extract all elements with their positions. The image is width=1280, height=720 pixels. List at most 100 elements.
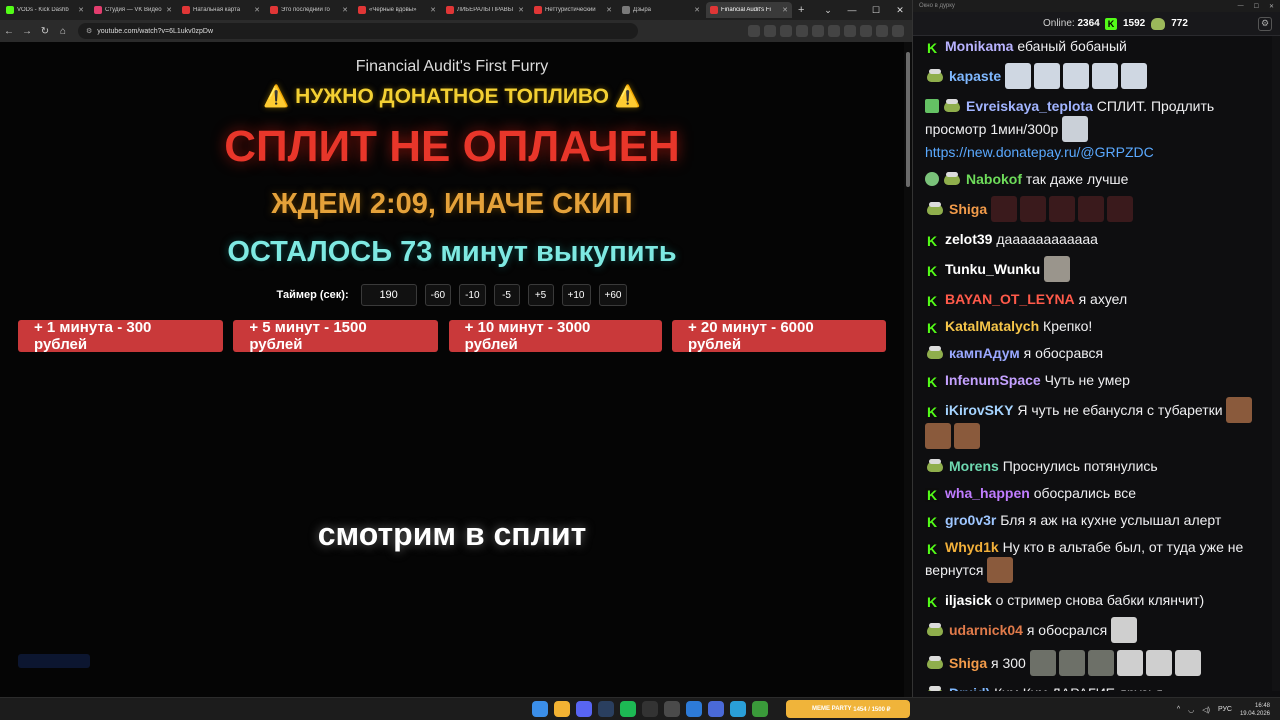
- chat-scrollbar[interactable]: [1272, 36, 1280, 691]
- app-icon[interactable]: [730, 701, 746, 717]
- timer-seconds-input[interactable]: 190: [360, 284, 417, 306]
- chat-message-text: Чуть не умер: [1044, 372, 1130, 388]
- download-icon[interactable]: [860, 25, 872, 37]
- extension-icon[interactable]: [796, 25, 808, 37]
- timer-plus-60-button[interactable]: +60: [598, 284, 628, 306]
- install-icon[interactable]: [764, 25, 776, 37]
- chat-messages: K Monikama ебаный бобаный kapaste Evreisk…: [913, 36, 1273, 691]
- chat-username[interactable]: Shiga: [949, 655, 987, 671]
- chat-username[interactable]: Whyd1k: [945, 539, 999, 555]
- profile-icon[interactable]: [876, 25, 888, 37]
- minimize-button[interactable]: —: [1238, 3, 1244, 10]
- chat-username[interactable]: InfenumSpace: [945, 372, 1041, 388]
- browser-tab[interactable]: Неттуристический ✕: [530, 2, 616, 18]
- tab-close-icon[interactable]: ✕: [78, 6, 84, 14]
- tab-close-icon[interactable]: ✕: [430, 6, 436, 14]
- chat-username[interactable]: wha_happen: [945, 485, 1030, 501]
- kick-badge-icon: K: [925, 233, 939, 249]
- chat-username[interactable]: Monikama: [945, 38, 1013, 54]
- url-input[interactable]: ⚙ youtube.com/watch?v=6L1ukv0zpDw: [78, 23, 638, 39]
- chat-username[interactable]: kapaste: [949, 68, 1001, 84]
- kick-badge-icon: K: [925, 374, 939, 390]
- close-window-button[interactable]: ✕: [1269, 3, 1274, 10]
- donate-10-minutes-button[interactable]: + 10 минут - 3000 рублей: [448, 319, 662, 353]
- extension-icon[interactable]: [844, 25, 856, 37]
- gear-icon[interactable]: ⚙: [1258, 16, 1272, 31]
- clock[interactable]: 16:48 19.04.2026: [1240, 702, 1270, 718]
- close-window-button[interactable]: ✕: [888, 0, 912, 20]
- site-info-icon[interactable]: ⚙: [86, 27, 92, 35]
- zoom-icon[interactable]: [748, 25, 760, 37]
- meme-party-widget[interactable]: MEME PARTY 1454 / 1500 ₽: [786, 700, 910, 718]
- chat-username[interactable]: iljasick: [945, 592, 992, 608]
- chat-username[interactable]: Nabokof: [966, 171, 1022, 187]
- browser-tab[interactable]: ЛИБЕРАЛЫ ПРАВЫ ✕: [442, 2, 528, 18]
- language-indicator[interactable]: РУС: [1218, 706, 1232, 713]
- timer-minus-10-button[interactable]: -10: [459, 284, 486, 306]
- tab-close-icon[interactable]: ✕: [342, 6, 348, 14]
- reload-icon[interactable]: ↻: [36, 22, 54, 40]
- donate-5-minutes-button[interactable]: + 5 минут - 1500 рублей: [233, 319, 439, 353]
- extension-icon[interactable]: [828, 25, 840, 37]
- browser-tab[interactable]: Financial Audit's Fi ✕: [706, 2, 792, 18]
- steam-icon[interactable]: [598, 701, 614, 717]
- extension-icon[interactable]: [812, 25, 824, 37]
- chat-username[interactable]: iKirovSKY: [945, 402, 1013, 418]
- wifi-icon[interactable]: ◡: [1188, 706, 1194, 714]
- chat-username[interactable]: zelot39: [945, 231, 992, 247]
- chat-username[interactable]: Evreiskaya_teplota: [966, 98, 1093, 114]
- chat-username[interactable]: Morens: [949, 458, 999, 474]
- tab-search-icon[interactable]: ⌄: [816, 0, 840, 20]
- timer-plus-10-button[interactable]: +10: [561, 284, 591, 306]
- chrome-icon[interactable]: [554, 701, 570, 717]
- browser-tab[interactable]: «Черные вдовы» ✕: [354, 2, 440, 18]
- menu-icon[interactable]: [892, 25, 904, 37]
- timer-minus-60-button[interactable]: -60: [424, 284, 452, 306]
- timer-plus-5-button[interactable]: +5: [527, 284, 554, 306]
- chat-username[interactable]: кампАдум: [949, 345, 1020, 361]
- start-icon[interactable]: [532, 701, 548, 717]
- browser-tab[interactable]: VODs - Kick Dashb ✕: [2, 2, 88, 18]
- new-tab-button[interactable]: +: [798, 4, 804, 16]
- app-icon[interactable]: [752, 701, 768, 717]
- tab-close-icon[interactable]: ✕: [606, 6, 612, 14]
- chat-username[interactable]: Druid): [949, 685, 990, 691]
- spotify-icon[interactable]: [620, 701, 636, 717]
- browser-tab[interactable]: Это последний го ✕: [266, 2, 352, 18]
- discord-icon[interactable]: [576, 701, 592, 717]
- tab-close-icon[interactable]: ✕: [694, 6, 700, 14]
- maximize-button[interactable]: ☐: [1254, 3, 1259, 10]
- player-icon[interactable]: [708, 701, 724, 717]
- minimize-button[interactable]: —: [840, 0, 864, 20]
- chat-username[interactable]: KatalMatalych: [945, 318, 1039, 334]
- tab-close-icon[interactable]: ✕: [166, 6, 172, 14]
- home-icon[interactable]: ⌂: [54, 22, 72, 40]
- donate-20-minutes-button[interactable]: + 20 минут - 6000 рублей: [671, 319, 886, 353]
- chat-username[interactable]: udarnick04: [949, 622, 1023, 638]
- back-icon[interactable]: ←: [0, 22, 18, 40]
- maximize-button[interactable]: ☐: [864, 0, 888, 20]
- chat-username[interactable]: BAYAN_OT_LEYNA: [945, 291, 1075, 307]
- tab-close-icon[interactable]: ✕: [518, 6, 524, 14]
- chat-username[interactable]: Tunku_Wunku: [945, 261, 1040, 277]
- donate-link[interactable]: https://new.donatepay.ru/@GRPZDC: [925, 144, 1154, 160]
- app-icon[interactable]: [664, 701, 680, 717]
- browser-tab[interactable]: Дзыра ✕: [618, 2, 704, 18]
- chat-username[interactable]: Shiga: [949, 201, 987, 217]
- tray-chevron-icon[interactable]: ^: [1177, 706, 1180, 713]
- tab-close-icon[interactable]: ✕: [782, 6, 788, 14]
- donate-1-minute-button[interactable]: + 1 минута - 300 рублей: [18, 319, 223, 353]
- timer-minus-5-button[interactable]: -5: [493, 284, 520, 306]
- scrollbar-thumb[interactable]: [906, 52, 910, 187]
- browser-tab[interactable]: Студия — VK Видео ✕: [90, 2, 176, 18]
- forward-icon[interactable]: →: [18, 22, 36, 40]
- obs-icon[interactable]: [642, 701, 658, 717]
- page-scrollbar[interactable]: [904, 42, 912, 697]
- browser-tab[interactable]: Натальная карта ✕: [178, 2, 264, 18]
- telegram-icon[interactable]: [686, 701, 702, 717]
- bookmark-star-icon[interactable]: [780, 25, 792, 37]
- video-overlay[interactable]: Financial Audit's First Furry ⚠️ НУЖНО Д…: [0, 42, 904, 697]
- chat-username[interactable]: gro0v3r: [945, 512, 996, 528]
- volume-icon[interactable]: ◁): [1202, 706, 1210, 714]
- tab-close-icon[interactable]: ✕: [254, 6, 260, 14]
